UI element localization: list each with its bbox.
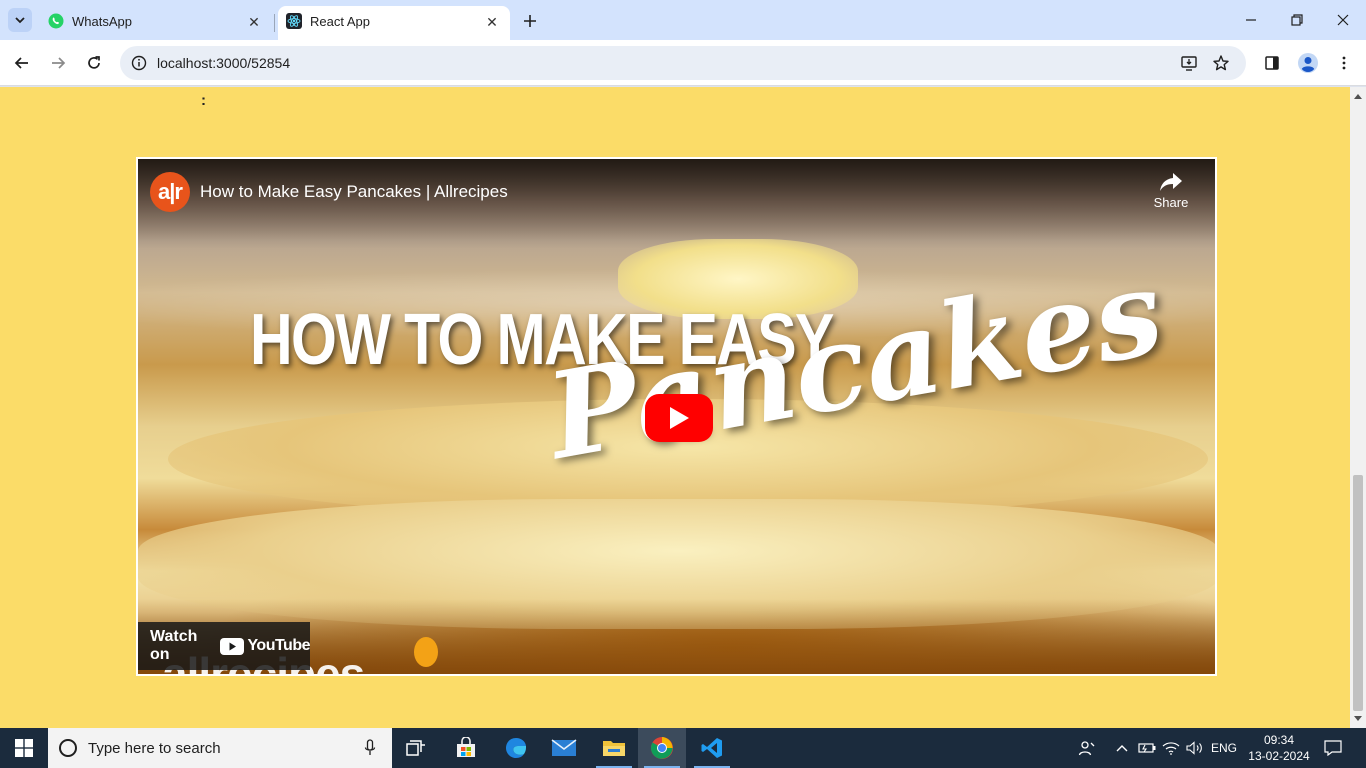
minimize-icon: [1246, 19, 1256, 21]
install-app-icon[interactable]: [1178, 52, 1200, 74]
windows-taskbar: Type here to search ENG 09:34 13-02-2024: [0, 728, 1366, 768]
scrollbar-thumb[interactable]: [1353, 475, 1363, 711]
close-icon: [1337, 14, 1349, 26]
chrome-button[interactable]: [638, 728, 686, 768]
url-text[interactable]: localhost:3000/52854: [157, 55, 290, 71]
minimize-button[interactable]: [1228, 0, 1274, 40]
tab-react-app[interactable]: React App ✕: [278, 6, 510, 40]
notification-icon: [1324, 740, 1342, 756]
task-view-button[interactable]: [392, 728, 440, 768]
video-title[interactable]: How to Make Easy Pancakes | Allrecipes: [200, 182, 508, 202]
youtube-logo: YouTube: [220, 637, 310, 655]
file-explorer-button[interactable]: [590, 728, 638, 768]
profile-avatar-icon: [1298, 53, 1318, 73]
clock-date: 13-02-2024: [1248, 749, 1310, 763]
language-indicator[interactable]: ENG: [1208, 728, 1240, 768]
wifi-icon: [1162, 742, 1180, 755]
scroll-down-arrow-icon[interactable]: [1354, 716, 1362, 721]
volume-button[interactable]: [1184, 728, 1206, 768]
youtube-icon: [220, 637, 245, 655]
reload-button[interactable]: [80, 49, 108, 77]
share-button[interactable]: Share: [1148, 171, 1194, 210]
vscode-button[interactable]: [688, 728, 736, 768]
plus-icon: [524, 15, 536, 27]
search-circle-icon: [59, 739, 77, 757]
video-top-shade: [138, 159, 1215, 249]
back-button[interactable]: [8, 49, 36, 77]
share-label: Share: [1153, 195, 1189, 210]
youtube-embed[interactable]: a|r How to Make Easy Pancakes | Allrecip…: [136, 157, 1217, 676]
store-button[interactable]: [442, 728, 490, 768]
kebab-menu-icon: [1342, 56, 1346, 70]
tab-search-button[interactable]: [8, 8, 32, 32]
battery-button[interactable]: [1136, 728, 1158, 768]
hidden-icons-button[interactable]: [1112, 728, 1132, 768]
edge-button[interactable]: [492, 728, 540, 768]
language-label: ENG: [1210, 741, 1237, 755]
tab-whatsapp[interactable]: WhatsApp ✕: [40, 6, 272, 40]
scroll-up-arrow-icon[interactable]: [1354, 94, 1362, 99]
clock-time: 09:34: [1263, 733, 1295, 747]
youtube-word: YouTube: [247, 637, 310, 654]
channel-logo-text: a|r: [158, 179, 183, 204]
speaker-icon: [1186, 741, 1202, 755]
channel-logo[interactable]: a|r: [150, 172, 190, 212]
chevron-down-icon: [15, 17, 25, 24]
watch-on-youtube-button[interactable]: Watch on YouTube: [138, 622, 310, 670]
chrome-icon: [651, 737, 673, 759]
close-icon[interactable]: ✕: [244, 12, 264, 32]
watch-on-label: Watch on: [150, 628, 198, 663]
wifi-button[interactable]: [1160, 728, 1182, 768]
start-button[interactable]: [0, 728, 48, 768]
vertical-scrollbar[interactable]: [1350, 87, 1366, 728]
file-explorer-icon: [603, 741, 625, 756]
close-icon[interactable]: ✕: [482, 12, 502, 32]
taskbar-search-box[interactable]: Type here to search: [48, 728, 392, 768]
forward-button[interactable]: [44, 49, 72, 77]
address-bar[interactable]: localhost:3000/52854: [120, 46, 1246, 80]
react-icon: [286, 13, 302, 29]
store-icon: [457, 737, 475, 757]
mail-button[interactable]: [540, 728, 588, 768]
restore-button[interactable]: [1274, 0, 1320, 40]
tab-strip: WhatsApp ✕ React App ✕: [0, 0, 1366, 40]
page-content: : a|r How to Make Easy Pancakes | Allrec…: [0, 87, 1350, 728]
spoon-logo-icon: [414, 637, 438, 667]
tab-title: React App: [310, 14, 370, 29]
clock[interactable]: 09:34 13-02-2024: [1244, 732, 1314, 764]
play-button[interactable]: [645, 394, 713, 442]
arrow-left-icon: [14, 57, 28, 69]
edge-icon: [506, 738, 526, 758]
whatsapp-icon: [48, 13, 64, 29]
chevron-up-icon: [1116, 745, 1128, 752]
reload-icon: [88, 56, 100, 69]
side-panel-icon: [1265, 56, 1279, 70]
people-tray-button[interactable]: [1074, 728, 1100, 768]
tab-title: WhatsApp: [72, 14, 132, 29]
side-panel-button[interactable]: [1258, 49, 1286, 77]
colon-text: :: [201, 92, 206, 109]
battery-charging-icon: [1138, 743, 1156, 753]
menu-button[interactable]: [1330, 49, 1358, 77]
close-window-button[interactable]: [1320, 0, 1366, 40]
people-icon: [1078, 741, 1095, 756]
new-tab-button[interactable]: [518, 9, 542, 33]
browser-toolbar: localhost:3000/52854: [0, 40, 1366, 86]
windows-logo-icon: [15, 739, 33, 757]
task-view-icon: [406, 740, 425, 756]
notification-center-button[interactable]: [1318, 728, 1348, 768]
vscode-icon: [701, 738, 722, 758]
site-info-icon[interactable]: [128, 52, 150, 74]
microphone-icon[interactable]: [364, 739, 376, 757]
search-placeholder: Type here to search: [88, 740, 221, 757]
play-icon: [670, 407, 689, 429]
profile-button[interactable]: [1294, 49, 1322, 77]
share-arrow-icon: [1160, 173, 1182, 191]
tab-separator: [274, 14, 275, 32]
mail-icon: [551, 739, 577, 756]
restore-icon: [1291, 14, 1303, 26]
bookmark-star-icon[interactable]: [1210, 52, 1232, 74]
arrow-right-icon: [52, 57, 66, 69]
